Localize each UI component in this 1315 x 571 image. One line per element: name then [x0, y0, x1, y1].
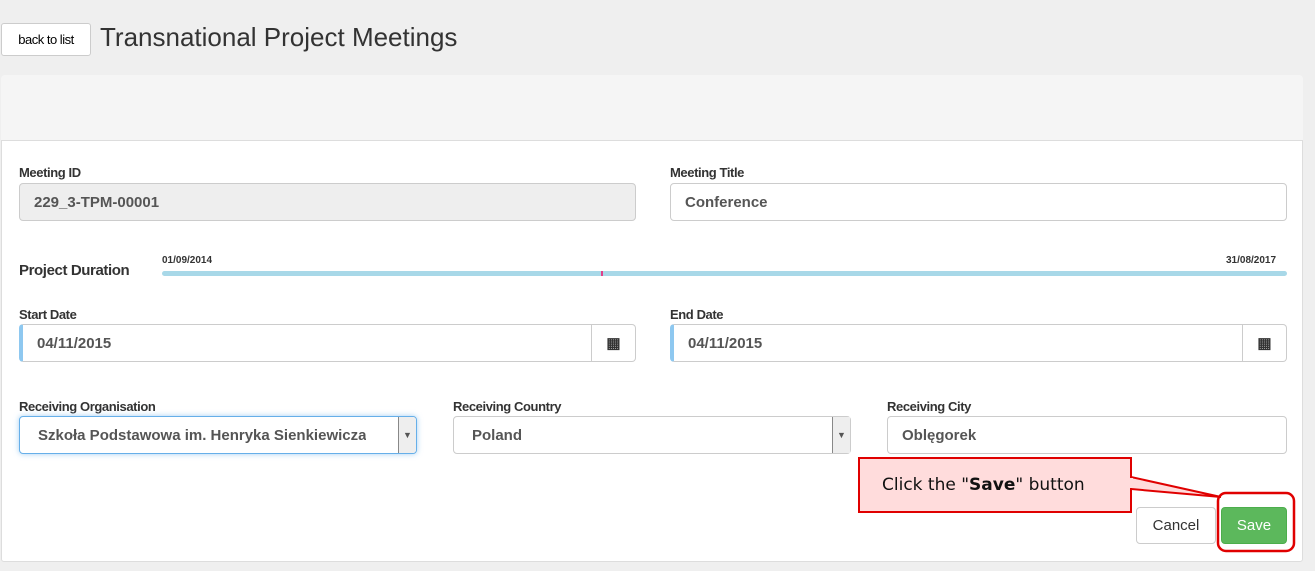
- callout-prefix: Click the ": [882, 475, 970, 495]
- callout-suffix: " button: [1015, 475, 1085, 495]
- instruction-callout: Click the " Save " button: [858, 457, 1132, 513]
- callout-bold: Save: [969, 475, 1016, 495]
- save-highlight: [1216, 491, 1296, 553]
